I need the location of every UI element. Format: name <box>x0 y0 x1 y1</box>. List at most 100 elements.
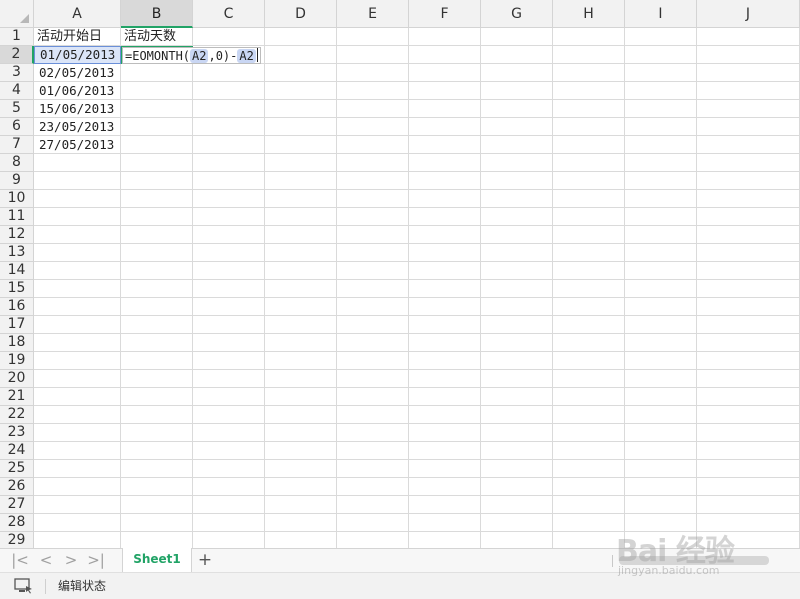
next-sheet-button[interactable]: > <box>61 551 81 569</box>
cell-b27[interactable] <box>121 496 193 514</box>
cell-h14[interactable] <box>553 262 625 280</box>
cell-h26[interactable] <box>553 478 625 496</box>
cell-d15[interactable] <box>265 280 337 298</box>
cell-e1[interactable] <box>337 28 409 46</box>
cell-g3[interactable] <box>481 64 553 82</box>
cell-f11[interactable] <box>409 208 481 226</box>
cell-i6[interactable] <box>625 118 697 136</box>
cell-f4[interactable] <box>409 82 481 100</box>
row-header-8[interactable]: 8 <box>0 154 34 172</box>
cell-a11[interactable] <box>34 208 121 226</box>
cell-a21[interactable] <box>34 388 121 406</box>
cell-c7[interactable] <box>193 136 265 154</box>
cell-j11[interactable] <box>697 208 800 226</box>
row-header-18[interactable]: 18 <box>0 334 34 352</box>
cell-i25[interactable] <box>625 460 697 478</box>
cell-h11[interactable] <box>553 208 625 226</box>
cell-e25[interactable] <box>337 460 409 478</box>
cell-g9[interactable] <box>481 172 553 190</box>
cell-i28[interactable] <box>625 514 697 532</box>
column-header-j[interactable]: J <box>697 0 800 28</box>
cell-i1[interactable] <box>625 28 697 46</box>
cell-g24[interactable] <box>481 442 553 460</box>
cell-c28[interactable] <box>193 514 265 532</box>
add-sheet-button[interactable]: + <box>196 550 214 570</box>
cell-b19[interactable] <box>121 352 193 370</box>
cell-j23[interactable] <box>697 424 800 442</box>
cell-j2[interactable] <box>697 46 800 64</box>
cell-b23[interactable] <box>121 424 193 442</box>
cell-i5[interactable] <box>625 100 697 118</box>
cell-g21[interactable] <box>481 388 553 406</box>
cell-g4[interactable] <box>481 82 553 100</box>
cell-d3[interactable] <box>265 64 337 82</box>
cell-c15[interactable] <box>193 280 265 298</box>
cell-d14[interactable] <box>265 262 337 280</box>
cell-a19[interactable] <box>34 352 121 370</box>
cell-b10[interactable] <box>121 190 193 208</box>
cell-a17[interactable] <box>34 316 121 334</box>
cell-f7[interactable] <box>409 136 481 154</box>
cell-g1[interactable] <box>481 28 553 46</box>
cell-f18[interactable] <box>409 334 481 352</box>
cell-d2[interactable] <box>265 46 337 64</box>
cell-f10[interactable] <box>409 190 481 208</box>
cell-h13[interactable] <box>553 244 625 262</box>
cell-c1[interactable] <box>193 28 265 46</box>
cell-e22[interactable] <box>337 406 409 424</box>
cell-j1[interactable] <box>697 28 800 46</box>
cell-b9[interactable] <box>121 172 193 190</box>
row-header-17[interactable]: 17 <box>0 316 34 334</box>
cell-i29[interactable] <box>625 532 697 548</box>
cell-c11[interactable] <box>193 208 265 226</box>
cell-f21[interactable] <box>409 388 481 406</box>
cell-b24[interactable] <box>121 442 193 460</box>
cell-d26[interactable] <box>265 478 337 496</box>
column-header-g[interactable]: G <box>481 0 553 28</box>
cell-d20[interactable] <box>265 370 337 388</box>
cell-i24[interactable] <box>625 442 697 460</box>
cell-f13[interactable] <box>409 244 481 262</box>
cell-a15[interactable] <box>34 280 121 298</box>
cell-h29[interactable] <box>553 532 625 548</box>
cell-b11[interactable] <box>121 208 193 226</box>
cell-e24[interactable] <box>337 442 409 460</box>
cell-h16[interactable] <box>553 298 625 316</box>
cell-e23[interactable] <box>337 424 409 442</box>
cell-j14[interactable] <box>697 262 800 280</box>
cell-j3[interactable] <box>697 64 800 82</box>
cell-f6[interactable] <box>409 118 481 136</box>
cell-j20[interactable] <box>697 370 800 388</box>
cell-e9[interactable] <box>337 172 409 190</box>
cell-e26[interactable] <box>337 478 409 496</box>
cell-g11[interactable] <box>481 208 553 226</box>
cell-b18[interactable] <box>121 334 193 352</box>
cell-h1[interactable] <box>553 28 625 46</box>
cell-d1[interactable] <box>265 28 337 46</box>
column-header-b[interactable]: B <box>121 0 193 28</box>
cell-g28[interactable] <box>481 514 553 532</box>
cell-g26[interactable] <box>481 478 553 496</box>
row-header-28[interactable]: 28 <box>0 514 34 532</box>
cell-g6[interactable] <box>481 118 553 136</box>
cell-c4[interactable] <box>193 82 265 100</box>
cell-i18[interactable] <box>625 334 697 352</box>
cell-f16[interactable] <box>409 298 481 316</box>
cell-c9[interactable] <box>193 172 265 190</box>
cell-d16[interactable] <box>265 298 337 316</box>
cell-b3[interactable] <box>121 64 193 82</box>
cell-b15[interactable] <box>121 280 193 298</box>
cell-e8[interactable] <box>337 154 409 172</box>
row-header-15[interactable]: 15 <box>0 280 34 298</box>
cell-d18[interactable] <box>265 334 337 352</box>
cell-g19[interactable] <box>481 352 553 370</box>
cell-f22[interactable] <box>409 406 481 424</box>
cell-i19[interactable] <box>625 352 697 370</box>
horizontal-scrollbar[interactable] <box>612 555 799 567</box>
cell-g14[interactable] <box>481 262 553 280</box>
row-header-23[interactable]: 23 <box>0 424 34 442</box>
cell-j9[interactable] <box>697 172 800 190</box>
cell-i4[interactable] <box>625 82 697 100</box>
cell-i23[interactable] <box>625 424 697 442</box>
cell-a25[interactable] <box>34 460 121 478</box>
